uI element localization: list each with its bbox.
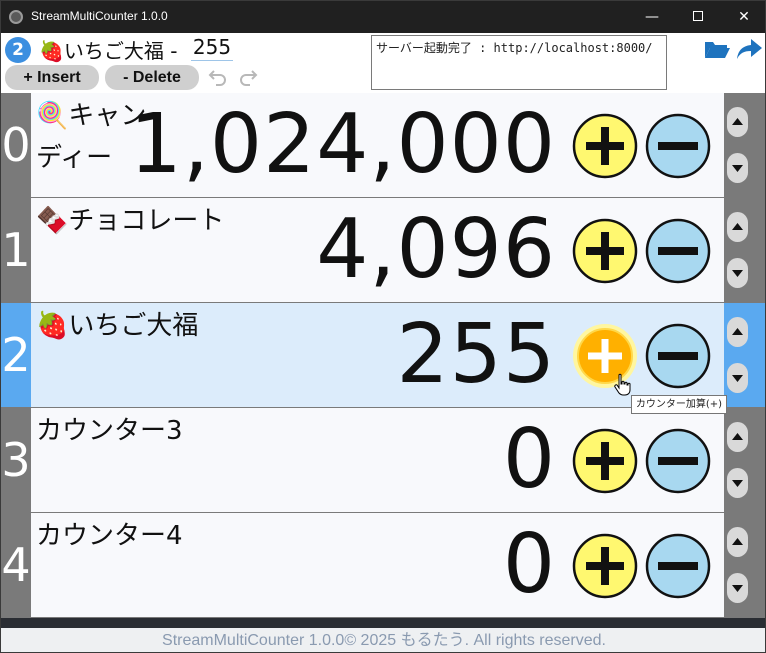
hand-cursor-icon [614,373,631,396]
share-icon[interactable] [735,37,763,61]
decrement-button[interactable] [645,323,711,389]
increment-button[interactable] [572,533,638,599]
row-edge [751,513,765,617]
triangle-down-icon [732,165,743,172]
counter-row-3[interactable]: 3 カウンター3 0 [1,408,765,512]
decrement-button[interactable] [645,218,711,284]
counter-row-1[interactable]: 1 🍫チョコレート 4,096 [1,198,765,302]
row-edge [751,408,765,512]
increment-button[interactable] [572,428,638,494]
move-down-button[interactable] [727,153,748,183]
close-button[interactable]: ✕ [721,1,765,33]
reorder-controls [724,303,751,407]
reorder-controls [724,198,751,302]
counter-row-2[interactable]: 2 🍓いちご大福 255 [1,303,765,407]
move-up-button[interactable] [727,107,748,137]
chocolate-icon: 🍫 [36,206,69,236]
counter-name: 🍫チョコレート [36,200,296,242]
counter-name: カウンター3 [36,416,183,446]
row-edge [751,93,765,197]
counter-value: 4,096 [316,202,556,297]
folder-open-icon[interactable] [703,37,731,61]
selected-name-text: いちご大福 - [63,39,178,63]
lollipop-icon: 🍭 [36,101,69,131]
move-down-button[interactable] [727,573,748,603]
counter-value: 0 [502,517,556,612]
triangle-up-icon [732,118,743,125]
minimize-button[interactable]: — [629,1,675,33]
reorder-controls [724,408,751,512]
app-window: StreamMultiCounter 1.0.0 — ✕ 2 🍓いちご大福 - … [0,0,766,653]
decrement-button[interactable] [645,533,711,599]
triangle-up-icon [732,328,743,335]
row-edge [751,198,765,302]
maximize-button[interactable] [675,1,721,33]
row-index: 2 [1,303,31,407]
decrement-button[interactable] [645,428,711,494]
increment-tooltip: カウンター加算(+) [631,395,727,414]
row-index: 3 [1,408,31,512]
reorder-controls [724,93,751,197]
row-body[interactable]: 🍫チョコレート 4,096 [31,198,724,302]
footer: StreamMultiCounter 1.0.0© 2025 もるたう. All… [1,628,765,652]
triangle-up-icon [732,538,743,545]
title-bar: StreamMultiCounter 1.0.0 — ✕ [1,1,765,33]
app-icon [9,10,23,24]
move-up-button[interactable] [727,422,748,452]
delete-button[interactable]: - Delete [105,65,199,90]
row-index: 1 [1,198,31,302]
window-title: StreamMultiCounter 1.0.0 [31,9,168,23]
counter-value: 255 [396,307,556,402]
counter-name-text: いちご大福 [68,311,199,341]
move-up-button[interactable] [727,527,748,557]
maximize-icon [693,10,703,21]
move-up-button[interactable] [727,317,748,347]
selected-counter-name: 🍓いちご大福 - [39,35,177,64]
move-up-button[interactable] [727,212,748,242]
triangle-up-icon [732,223,743,230]
counter-name-text: チョコレート [68,206,225,236]
row-body[interactable]: 🍭キャンディー 1,024,000 [31,93,724,197]
increment-button[interactable] [572,218,638,284]
triangle-up-icon [732,433,743,440]
decrement-button[interactable] [645,113,711,179]
row-edge [751,303,765,407]
triangle-down-icon [732,585,743,592]
counter-list: 0 🍭キャンディー 1,024,000 1 🍫チョコレート 4,096 2 🍓い… [1,93,765,618]
strawberry-icon: 🍓 [39,39,64,63]
footer-divider [1,618,765,628]
undo-icon[interactable] [207,67,229,87]
move-down-button[interactable] [727,363,748,393]
selected-index-badge: 2 [5,37,31,63]
header: 2 🍓いちご大福 - 255 + Insert - Delete サーバー起動完… [1,33,765,93]
counter-name: カウンター4 [36,521,183,551]
insert-button[interactable]: + Insert [5,65,99,90]
counter-row-0[interactable]: 0 🍭キャンディー 1,024,000 [1,93,765,197]
counter-value: 1,024,000 [129,97,556,192]
counter-value: 0 [502,412,556,507]
counter-row-4[interactable]: 4 カウンター4 0 [1,513,765,617]
triangle-down-icon [732,480,743,487]
row-body[interactable]: カウンター3 0 [31,408,724,512]
triangle-down-icon [732,270,743,277]
log-textarea[interactable]: サーバー起動完了 : http://localhost:8000/ [371,35,667,90]
reorder-controls [724,513,751,617]
row-body[interactable]: カウンター4 0 [31,513,724,617]
redo-icon[interactable] [237,67,259,87]
triangle-down-icon [732,375,743,382]
counter-name: 🍓いちご大福 [36,305,296,347]
row-index: 0 [1,93,31,197]
selected-value-field[interactable]: 255 [191,33,233,61]
move-down-button[interactable] [727,468,748,498]
move-down-button[interactable] [727,258,748,288]
row-index: 4 [1,513,31,617]
increment-button[interactable] [572,113,638,179]
strawberry-icon: 🍓 [36,311,69,341]
